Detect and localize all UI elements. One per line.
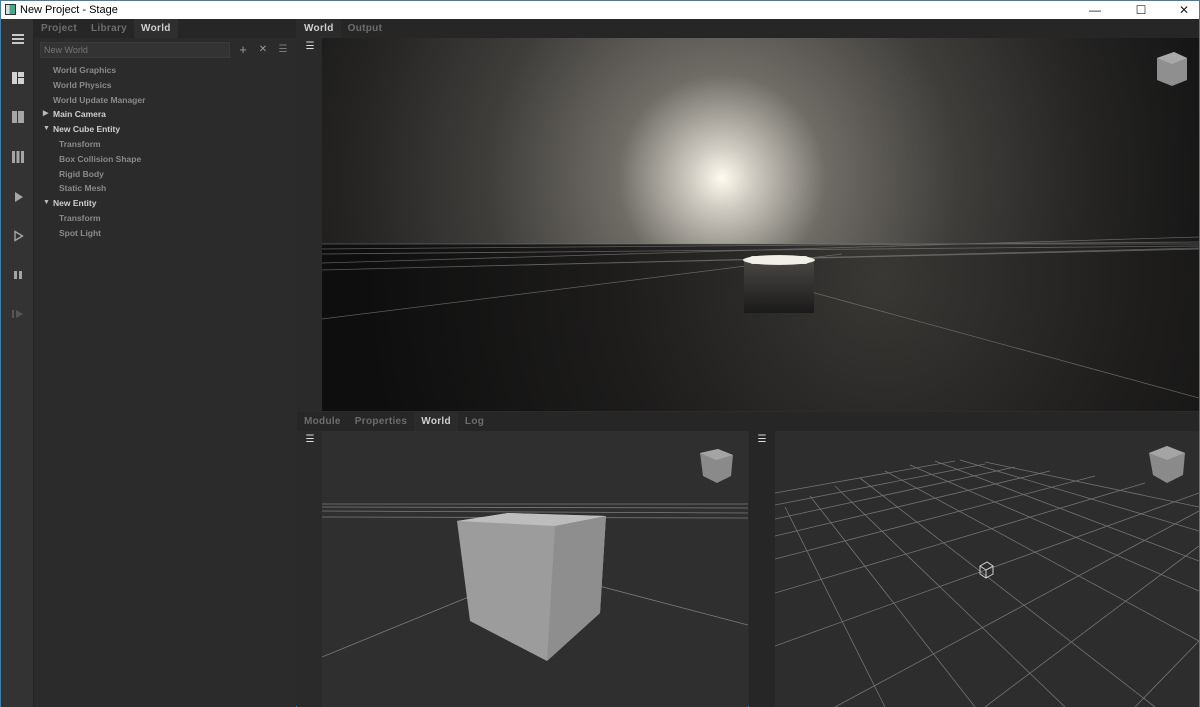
tree-node-label: Spot Light <box>59 227 102 238</box>
tab-log[interactable]: Log <box>458 412 491 431</box>
tree-node-label: Transform <box>59 138 101 149</box>
tab-world-view[interactable]: World <box>297 19 341 38</box>
tab-module[interactable]: Module <box>297 412 348 431</box>
tree-node-expandable[interactable]: ▶ Main Camera <box>34 107 296 122</box>
tree-node-label: World Physics <box>53 79 112 90</box>
world-name-input[interactable] <box>40 42 230 58</box>
world-panel: Project Library World + ✕ ☰ World Graphi… <box>34 19 296 707</box>
tool-strip <box>1 19 34 707</box>
bottom-left-menu-icon[interactable]: ☰ <box>297 431 323 445</box>
step-icon <box>11 310 23 318</box>
layout-single-button[interactable] <box>1 64 34 92</box>
play-button[interactable] <box>1 183 34 211</box>
tree-node[interactable]: World Update Manager <box>34 93 296 108</box>
pause-icon <box>13 271 22 279</box>
caret-down-icon[interactable]: ▼ <box>43 196 50 211</box>
tab-library[interactable]: Library <box>84 19 134 38</box>
remove-entity-button[interactable]: ✕ <box>255 41 271 59</box>
grid-viewport[interactable] <box>775 431 1199 707</box>
tree-node-expandable[interactable]: ▼ New Cube Entity <box>34 122 296 137</box>
top-view-sidebar: ☰ <box>297 38 323 411</box>
pause-button[interactable] <box>1 261 34 289</box>
grid-viewport-scene <box>775 446 1199 707</box>
play-outline-icon <box>13 230 24 242</box>
tab-world[interactable]: World <box>134 19 178 38</box>
tree-node[interactable]: Transform <box>34 137 296 152</box>
perspective-viewport-scene <box>322 449 748 661</box>
layout-triple-icon <box>11 151 24 163</box>
caret-down-icon[interactable]: ▼ <box>43 122 50 137</box>
tab-output[interactable]: Output <box>341 19 390 38</box>
window-title: New Project - Stage <box>20 4 118 16</box>
main-menu-button[interactable] <box>1 25 34 53</box>
panel-menu-button[interactable]: ☰ <box>275 41 291 59</box>
tree-node-label: Static Mesh <box>59 183 107 194</box>
layout-double-icon <box>11 111 24 123</box>
tab-world-bottom[interactable]: World <box>414 412 458 431</box>
play-icon <box>14 192 23 202</box>
app-icon <box>5 4 16 15</box>
bottom-right-menu-icon[interactable]: ☰ <box>749 431 775 445</box>
app-window: New Project - Stage — ☐ ✕ Project Librar… <box>0 0 1200 707</box>
top-view-tabs: World Output <box>297 19 1199 38</box>
tree-node[interactable]: World Physics <box>34 78 296 93</box>
bottom-view-tabs: Module Properties World Log <box>297 412 1199 431</box>
tree-node[interactable]: Spot Light <box>34 226 296 241</box>
tree-node-label: Box Collision Shape <box>59 153 142 164</box>
tree-node-label: New Entity <box>53 198 97 209</box>
bottom-right-sidebar: ☰ <box>749 431 775 707</box>
main-viewport[interactable] <box>322 38 1199 411</box>
perspective-viewport[interactable] <box>322 431 748 707</box>
tree-node[interactable]: Box Collision Shape <box>34 152 296 167</box>
layout-triple-button[interactable] <box>1 143 34 171</box>
close-button[interactable]: ✕ <box>1169 1 1199 19</box>
play-outline-button[interactable] <box>1 222 34 250</box>
tree-node[interactable]: Rigid Body <box>34 167 296 182</box>
top-view-menu-icon[interactable]: ☰ <box>297 38 323 52</box>
layout-double-button[interactable] <box>1 103 34 131</box>
tree-node[interactable]: Static Mesh <box>34 181 296 196</box>
menu-icon <box>11 34 24 44</box>
tree-node-label: Main Camera <box>53 109 106 120</box>
layout-single-icon <box>11 72 24 84</box>
minimize-button[interactable]: — <box>1080 1 1110 19</box>
main-viewport-scene <box>322 38 1199 411</box>
add-entity-button[interactable]: + <box>235 41 251 59</box>
tab-project[interactable]: Project <box>34 19 84 38</box>
tree-node[interactable]: World Graphics <box>34 63 296 78</box>
tree-node-label: Transform <box>59 212 101 223</box>
maximize-button[interactable]: ☐ <box>1126 1 1156 19</box>
step-button[interactable] <box>1 300 34 328</box>
tree-node[interactable]: Transform <box>34 211 296 226</box>
panel-tabs: Project Library World <box>34 19 296 38</box>
tree-node-expandable[interactable]: ▼ New Entity <box>34 196 296 211</box>
entity-tree: World Graphics World Physics World Update … <box>34 63 296 241</box>
tab-properties[interactable]: Properties <box>348 412 414 431</box>
tree-node-label: Rigid Body <box>59 168 104 179</box>
caret-right-icon[interactable]: ▶ <box>43 107 48 122</box>
title-bar: New Project - Stage — ☐ ✕ <box>1 1 1199 19</box>
bottom-left-sidebar: ☰ <box>297 431 323 707</box>
tree-node-label: World Update Manager <box>53 94 146 105</box>
tree-node-label: New Cube Entity <box>53 124 121 135</box>
tree-node-label: World Graphics <box>53 65 117 75</box>
